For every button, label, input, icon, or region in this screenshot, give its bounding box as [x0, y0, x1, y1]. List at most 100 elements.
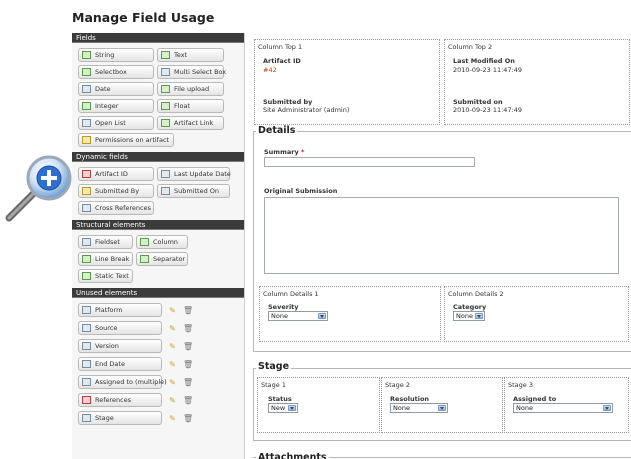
- palette-last-update-date-button[interactable]: Last Update Date: [157, 167, 231, 181]
- artifact-id-icon: [82, 170, 91, 178]
- column-details-2[interactable]: Column Details 2 Category None: [444, 286, 629, 342]
- palette-artifact-link-button[interactable]: Artifact Link: [157, 116, 224, 130]
- field-icon: [82, 306, 91, 314]
- artifact-id-link[interactable]: #42: [263, 66, 277, 74]
- chevron-down-icon: [438, 405, 446, 411]
- unused-references-button[interactable]: References: [78, 393, 162, 407]
- stage-column-1[interactable]: Stage 1 Status New: [257, 377, 380, 433]
- calendar-icon: [82, 360, 91, 368]
- chevron-down-icon: [603, 405, 611, 411]
- trash-icon[interactable]: 🗑: [183, 378, 193, 387]
- file-upload-icon: [161, 85, 170, 93]
- palette-multiselect-button[interactable]: Multi Select Box: [157, 65, 226, 79]
- palette-string-button[interactable]: String: [78, 48, 154, 62]
- category-select[interactable]: None: [453, 311, 485, 321]
- edit-pencil-icon[interactable]: ✎: [168, 396, 177, 405]
- edit-pencil-icon[interactable]: ✎: [168, 378, 177, 387]
- open-list-icon: [82, 119, 91, 127]
- palette-fieldset-button[interactable]: Fieldset: [78, 235, 133, 249]
- palette-submitted-by-button[interactable]: Submitted By: [78, 184, 154, 198]
- palette-permissions-button[interactable]: Permissions on artifact: [78, 133, 175, 147]
- palette-selectbox-button[interactable]: Selectbox: [78, 65, 154, 79]
- unused-row-version: Version ✎ 🗑: [78, 339, 240, 353]
- assigned-to-select[interactable]: None: [513, 403, 613, 413]
- resolution-select[interactable]: None: [390, 403, 448, 413]
- palette-submitted-on-button[interactable]: Submitted On: [157, 184, 230, 198]
- edit-pencil-icon[interactable]: ✎: [168, 306, 177, 315]
- original-submission-label: Original Submission: [264, 187, 338, 195]
- field-palette: Fields String Text Selectbox Multi Selec…: [72, 33, 245, 459]
- references-icon: [82, 396, 91, 404]
- unused-row-stage: Stage ✎ 🗑: [78, 411, 240, 425]
- fieldset-icon: [82, 238, 91, 246]
- palette-integer-button[interactable]: Integer: [78, 99, 154, 113]
- edit-pencil-icon[interactable]: ✎: [168, 360, 177, 369]
- unused-section: Platform ✎ 🗑 Source ✎ 🗑 Version ✎ 🗑 End Dat…: [72, 298, 244, 430]
- column-top-1[interactable]: Column Top 1 Artifact ID #42 Submitted b…: [254, 39, 440, 125]
- stage-column-3[interactable]: Stage 3 Assigned to None: [504, 377, 629, 433]
- trash-icon[interactable]: 🗑: [183, 396, 193, 405]
- unused-row-source: Source ✎ 🗑: [78, 321, 240, 335]
- cross-references-icon: [82, 204, 91, 212]
- unused-end-date-button[interactable]: End Date: [78, 357, 162, 371]
- palette-file-upload-button[interactable]: File upload: [157, 82, 224, 96]
- palette-cross-references-button[interactable]: Cross References: [78, 201, 154, 215]
- trash-icon[interactable]: 🗑: [183, 360, 193, 369]
- stage-legend[interactable]: Stage: [256, 361, 292, 372]
- severity-select[interactable]: None: [268, 311, 328, 321]
- attachments-legend[interactable]: Attachments: [256, 452, 329, 459]
- trash-icon[interactable]: 🗑: [183, 306, 193, 315]
- palette-static-text-button[interactable]: Static Text: [78, 269, 133, 283]
- separator-icon: [140, 255, 149, 263]
- column-details-1[interactable]: Column Details 1 Severity None: [259, 286, 441, 342]
- chevron-down-icon: [475, 313, 483, 319]
- field-icon: [82, 324, 91, 332]
- float-icon: [161, 102, 170, 110]
- field-icon: [82, 342, 91, 350]
- permissions-icon: [82, 136, 91, 144]
- integer-icon: [82, 102, 91, 110]
- palette-artifact-id-button[interactable]: Artifact ID: [78, 167, 154, 181]
- column-top-2[interactable]: Column Top 2 Last Modified On 2010-09-23…: [444, 39, 630, 125]
- palette-date-button[interactable]: Date: [78, 82, 154, 96]
- unused-row-end-date: End Date ✎ 🗑: [78, 357, 240, 371]
- trash-icon[interactable]: 🗑: [183, 342, 193, 351]
- palette-open-list-button[interactable]: Open List: [78, 116, 154, 130]
- palette-column-button[interactable]: Column: [136, 235, 188, 249]
- string-field-icon: [82, 51, 91, 59]
- trash-icon[interactable]: 🗑: [183, 414, 193, 423]
- trash-icon[interactable]: 🗑: [183, 324, 193, 333]
- palette-float-button[interactable]: Float: [157, 99, 224, 113]
- unused-stage-button[interactable]: Stage: [78, 411, 162, 425]
- palette-separator-button[interactable]: Separator: [136, 252, 188, 266]
- original-submission-textarea[interactable]: [264, 197, 619, 274]
- unused-section-header: Unused elements: [72, 288, 244, 298]
- text-field-icon: [161, 51, 170, 59]
- dynamic-section: Artifact ID Last Update Date Submitted B…: [72, 162, 244, 220]
- multiselect-icon: [161, 68, 170, 76]
- unused-source-button[interactable]: Source: [78, 321, 162, 335]
- form-preview: Column Top 1 Artifact ID #42 Submitted b…: [251, 33, 631, 459]
- unused-row-assigned-multiple: Assigned to (multiple) ✎ 🗑: [78, 375, 240, 389]
- palette-line-break-button[interactable]: Line Break: [78, 252, 133, 266]
- field-icon: [82, 378, 91, 386]
- details-legend[interactable]: Details: [256, 125, 298, 136]
- column-icon: [140, 238, 149, 246]
- static-text-icon: [82, 272, 91, 280]
- edit-pencil-icon[interactable]: ✎: [168, 324, 177, 333]
- magnifier-zoom-icon[interactable]: [3, 154, 75, 226]
- page-title: Manage Field Usage: [72, 10, 215, 25]
- chevron-down-icon: [318, 313, 326, 319]
- fields-section-header: Fields: [72, 33, 244, 43]
- palette-text-button[interactable]: Text: [157, 48, 224, 62]
- summary-input[interactable]: [264, 157, 475, 167]
- unused-assigned-multiple-button[interactable]: Assigned to (multiple): [78, 375, 167, 389]
- edit-pencil-icon[interactable]: ✎: [168, 342, 177, 351]
- fields-section: String Text Selectbox Multi Select Box D…: [72, 43, 244, 152]
- stage-column-2[interactable]: Stage 2 Resolution None: [381, 377, 503, 433]
- unused-platform-button[interactable]: Platform: [78, 303, 162, 317]
- structural-section-header: Structural elements: [72, 220, 244, 230]
- unused-version-button[interactable]: Version: [78, 339, 162, 353]
- edit-pencil-icon[interactable]: ✎: [168, 414, 177, 423]
- status-select[interactable]: New: [268, 403, 298, 413]
